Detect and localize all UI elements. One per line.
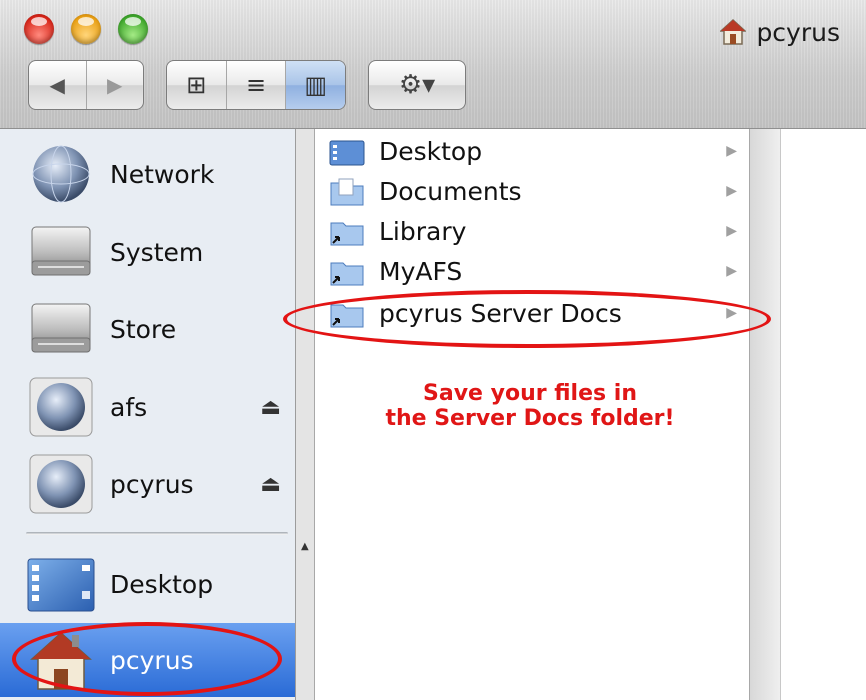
toolbar: pcyrus ◀ ▶ ⊞ ≡ ▥ ⚙▾ <box>0 0 866 129</box>
back-button[interactable]: ◀ <box>29 61 86 109</box>
column-item-library[interactable]: Library ▶ <box>315 211 749 251</box>
sidebar-item-store[interactable]: Store <box>0 292 295 366</box>
icon-view-button[interactable]: ⊞ <box>167 61 226 109</box>
sidebar-item-system[interactable]: System <box>0 215 295 289</box>
scroll-up-arrow-icon[interactable]: ▲ <box>301 541 309 552</box>
documents-folder-icon <box>330 178 364 206</box>
chevron-right-icon: ▶ <box>726 305 737 321</box>
forward-arrow-icon: ▶ <box>107 73 123 97</box>
sidebar: Network System Store afs ⏏ pcyrus ⏏ Desk… <box>0 129 296 700</box>
sidebar-item-home-pcyrus[interactable]: pcyrus <box>0 623 295 697</box>
server-volume-icon <box>29 377 93 437</box>
icon-view-icon: ⊞ <box>186 71 207 99</box>
column-item-desktop[interactable]: Desktop ▶ <box>315 131 749 171</box>
close-button[interactable] <box>24 14 54 44</box>
sidebar-item-label: Network <box>110 159 215 189</box>
annotation-line-1: Save your files in <box>423 381 637 406</box>
desktop-icon <box>27 558 95 612</box>
zoom-button[interactable] <box>118 14 148 44</box>
column-divider[interactable] <box>749 129 781 700</box>
sidebar-item-label: afs <box>110 392 148 422</box>
column-item-myafs[interactable]: MyAFS ▶ <box>315 251 749 291</box>
sidebar-divider <box>26 532 288 535</box>
alias-folder-icon <box>330 304 364 328</box>
alias-folder-icon <box>330 262 364 286</box>
column-item-label: pcyrus Server Docs <box>379 298 622 328</box>
eject-icon[interactable]: ⏏ <box>260 472 281 497</box>
column-item-label: Desktop <box>379 136 483 166</box>
chevron-right-icon: ▶ <box>726 183 737 199</box>
sidebar-item-network[interactable]: Network <box>0 137 295 211</box>
sidebar-item-label: Desktop <box>110 569 214 599</box>
sidebar-item-label: System <box>110 237 204 267</box>
finder-window: pcyrus ◀ ▶ ⊞ ≡ ▥ ⚙▾ Network System Store… <box>0 0 866 700</box>
eject-icon[interactable]: ⏏ <box>260 395 281 420</box>
column-item-label: Library <box>379 216 467 246</box>
hard-drive-icon <box>31 303 91 353</box>
network-globe-icon <box>32 145 90 203</box>
sidebar-item-label: Store <box>110 314 177 344</box>
forward-button[interactable]: ▶ <box>85 61 144 109</box>
minimize-button[interactable] <box>71 14 101 44</box>
list-view-button[interactable]: ≡ <box>225 61 286 109</box>
sidebar-item-label: pcyrus <box>110 645 194 675</box>
column-item-label: MyAFS <box>379 256 463 286</box>
chevron-right-icon: ▶ <box>726 223 737 239</box>
action-menu-button[interactable]: ⚙▾ <box>368 60 466 110</box>
view-mode-control: ⊞ ≡ ▥ <box>166 60 346 110</box>
sidebar-item-desktop[interactable]: Desktop <box>0 547 295 621</box>
column-item-documents[interactable]: Documents ▶ <box>315 171 749 211</box>
gear-icon: ⚙▾ <box>398 70 436 100</box>
column-item-label: Documents <box>379 176 522 206</box>
column-view-button[interactable]: ▥ <box>285 61 345 109</box>
alias-folder-icon <box>330 222 364 246</box>
back-arrow-icon: ◀ <box>49 73 65 97</box>
home-icon <box>30 631 92 690</box>
instruction-annotation: Save your files in the Server Docs folde… <box>340 381 720 431</box>
column-item-pcyrus-server-docs[interactable]: pcyrus Server Docs ▶ <box>315 293 749 333</box>
sidebar-item-label: pcyrus <box>110 469 194 499</box>
home-icon <box>720 18 747 45</box>
sidebar-item-pcyrus-server[interactable]: pcyrus ⏏ <box>0 447 295 521</box>
server-volume-icon <box>29 454 93 514</box>
desktop-folder-icon <box>329 140 365 166</box>
sidebar-item-afs[interactable]: afs ⏏ <box>0 370 295 444</box>
hard-drive-icon <box>31 226 91 276</box>
window-title: pcyrus <box>720 14 840 50</box>
window-title-text: pcyrus <box>756 17 840 47</box>
back-forward-control: ◀ ▶ <box>28 60 144 110</box>
chevron-right-icon: ▶ <box>726 263 737 279</box>
column-view-icon: ▥ <box>304 71 328 99</box>
annotation-line-2: the Server Docs folder! <box>385 406 675 431</box>
list-view-icon: ≡ <box>245 71 267 99</box>
empty-column <box>781 129 866 700</box>
chevron-right-icon: ▶ <box>726 143 737 159</box>
sidebar-scrollbar[interactable]: ▲ <box>296 129 315 700</box>
